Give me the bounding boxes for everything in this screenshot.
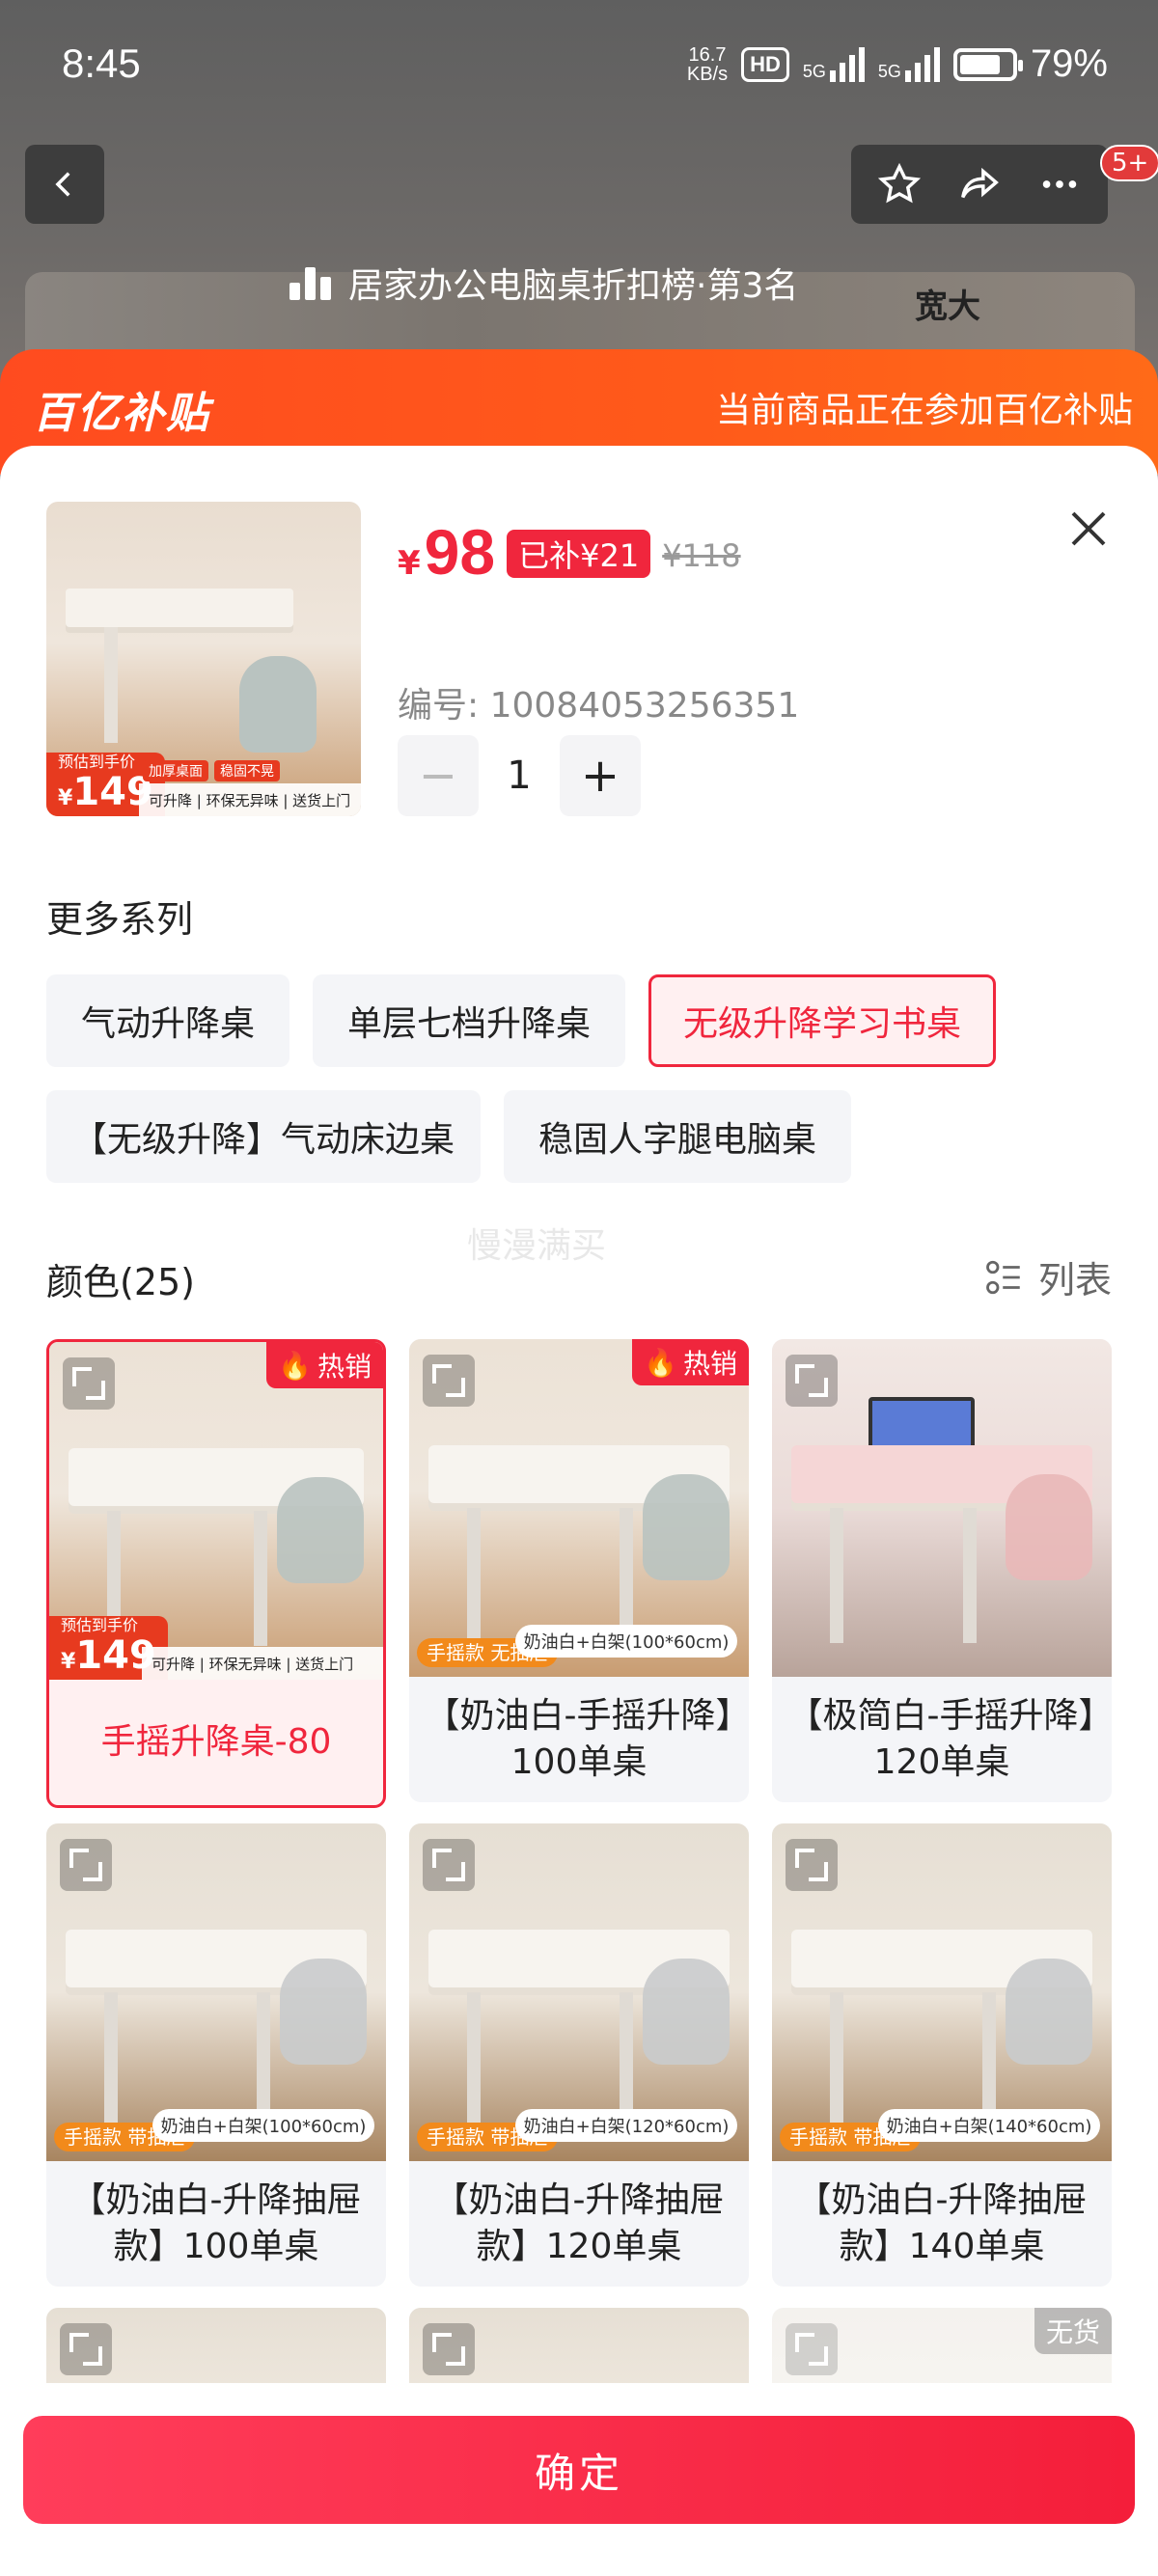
series-chip-1[interactable]: 单层七档升降桌	[313, 974, 625, 1067]
color-option-caption: 【极简白-手摇升降】120单桌	[787, 1696, 1096, 1782]
color-option-0[interactable]: 🔥 热销 预估到手价 ¥149 可升降 | 环保无异味 | 送货上门 手摇升降桌-8…	[46, 1339, 386, 1808]
sku-number: 编号: 10084053256351	[398, 686, 800, 726]
spec-tag: 奶油白+白架(140*60cm)	[878, 2109, 1100, 2142]
color-option-2[interactable]: 【极简白-手摇升降】120单桌	[772, 1339, 1112, 1802]
series-chip-0[interactable]: 气动升降桌	[46, 974, 290, 1067]
quantity-stepper: − 1 +	[398, 735, 641, 816]
color-option-4[interactable]: 手摇款 带抽屉 奶油白+白架(120*60cm) 【奶油白-升降抽屉款】120单…	[409, 1823, 749, 2287]
decrease-button[interactable]: −	[398, 735, 479, 816]
color-option-caption: 【奶油白-升降抽屉款】100单桌	[70, 2180, 362, 2266]
series-title: 更多系列	[46, 898, 194, 941]
quantity-value[interactable]: 1	[479, 754, 560, 798]
out-of-stock-badge: 无货	[1034, 2308, 1112, 2354]
expand-icon[interactable]	[63, 1357, 115, 1410]
subsidy-note: 当前商品正在参加百亿补贴	[715, 391, 1133, 430]
color-option-caption: 【奶油白-手摇升降】100单桌	[425, 1696, 733, 1782]
color-option-3[interactable]: 手摇款 带抽屉 奶油白+白架(100*60cm) 【奶油白-升降抽屉款】100单…	[46, 1823, 386, 2287]
bar-chart-icon	[290, 265, 331, 300]
color-option-image: 手摇款 带抽屉 奶油白+白架(120*60cm)	[409, 1823, 749, 2161]
hot-badge: 🔥 热销	[266, 1342, 383, 1388]
product-thumbnail[interactable]: 预估到手价 ¥149 加厚桌面 稳固不晃 可升降 | 环保无异味 | 送货上门	[46, 502, 361, 816]
spec-tag: 奶油白+白架(120*60cm)	[515, 2109, 737, 2142]
color-title: 颜色(25)	[46, 1261, 196, 1303]
list-view-toggle[interactable]: 列表	[984, 1250, 1112, 1303]
spec-tag: 奶油白+白架(100*60cm)	[515, 1625, 737, 1658]
color-option-image	[772, 1339, 1112, 1677]
original-price: ¥118	[662, 537, 741, 574]
signal-icon-2: 5G	[878, 46, 940, 82]
chevron-left-icon	[55, 172, 70, 197]
status-time: 8:45	[62, 41, 141, 86]
color-option-caption: 手摇升降桌-80	[100, 1722, 332, 1762]
notification-badge: 5+	[1100, 145, 1158, 181]
thumbnail-tags: 加厚桌面 稳固不晃	[143, 760, 280, 781]
currency-symbol: ¥	[398, 544, 421, 583]
color-option-caption: 【奶油白-升降抽屉款】120单桌	[433, 2180, 725, 2266]
ranking-text: 居家办公电脑桌折扣榜·第3名	[348, 266, 799, 306]
series-chip-4[interactable]: 稳固人字腿电脑桌	[504, 1090, 851, 1183]
hot-badge: 🔥 热销	[632, 1339, 749, 1385]
expand-icon[interactable]	[786, 1355, 838, 1407]
expand-icon[interactable]	[786, 2323, 838, 2375]
expand-icon[interactable]	[423, 1839, 475, 1891]
network-speed: 16.7 KB/s	[686, 43, 729, 85]
flame-icon: 🔥	[278, 1349, 312, 1382]
color-option-caption: 【奶油白-升降抽屉款】140单桌	[796, 2180, 1088, 2266]
watermark-text: 慢漫满买	[467, 1226, 607, 1266]
more-icon[interactable]	[1037, 162, 1082, 206]
signal-icon: 5G	[803, 46, 865, 82]
battery-icon	[952, 47, 1023, 81]
increase-button[interactable]: +	[560, 735, 641, 816]
expand-icon[interactable]	[60, 1839, 112, 1891]
confirm-button[interactable]: 确定	[23, 2416, 1135, 2524]
subsidy-tag: 已补¥21	[507, 530, 651, 578]
thumbnail-feature-strip: 可升降 | 环保无异味 | 送货上门	[139, 783, 361, 816]
sku-selector-sheet: 预估到手价 ¥149 加厚桌面 稳固不晃 可升降 | 环保无异味 | 送货上门 …	[0, 446, 1158, 2576]
top-actions	[851, 145, 1108, 224]
hd-icon: HD	[741, 46, 789, 82]
subsidy-logo: 百亿补贴	[33, 389, 210, 438]
current-price: 98	[424, 516, 496, 588]
series-chip-3[interactable]: 【无级升降】气动床边桌	[46, 1090, 481, 1183]
expand-icon[interactable]	[423, 2323, 475, 2375]
color-option-image: 🔥 热销 预估到手价 ¥149 可升降 | 环保无异味 | 送货上门	[49, 1342, 383, 1680]
background-product-text: 宽大	[915, 288, 980, 326]
ranking-banner[interactable]: 居家办公电脑桌折扣榜·第3名	[290, 249, 798, 316]
feature-strip: 可升降 | 环保无异味 | 送货上门	[142, 1647, 383, 1680]
spec-tag: 奶油白+白架(100*60cm)	[152, 2109, 374, 2142]
share-icon[interactable]	[955, 162, 1004, 206]
color-option-image: 🔥 热销 手摇款 无抽屉 奶油白+白架(100*60cm)	[409, 1339, 749, 1677]
expand-icon[interactable]	[786, 1839, 838, 1891]
color-option-image: 手摇款 带抽屉 奶油白+白架(100*60cm)	[46, 1823, 386, 2161]
series-chip-2[interactable]: 无级升降学习书桌	[648, 974, 996, 1067]
price-row: ¥ 98 已补¥21 ¥118	[398, 515, 741, 589]
close-icon[interactable]	[1065, 506, 1112, 552]
status-indicators: 16.7 KB/s HD 5G 5G 79%	[687, 42, 1108, 86]
color-option-image: 手摇款 带抽屉 奶油白+白架(140*60cm)	[772, 1823, 1112, 2161]
flame-icon: 🔥	[644, 1346, 677, 1379]
expand-icon[interactable]	[60, 2323, 112, 2375]
star-icon[interactable]	[877, 162, 922, 206]
status-bar: 8:45 16.7 KB/s HD 5G 5G 79%	[0, 0, 1158, 125]
list-icon	[986, 1260, 1020, 1294]
battery-percent: 79%	[1030, 42, 1108, 85]
expand-icon[interactable]	[423, 1355, 475, 1407]
color-option-5[interactable]: 手摇款 带抽屉 奶油白+白架(140*60cm) 【奶油白-升降抽屉款】140单…	[772, 1823, 1112, 2287]
back-button[interactable]	[25, 145, 104, 224]
color-option-1[interactable]: 🔥 热销 手摇款 无抽屉 奶油白+白架(100*60cm) 【奶油白-手摇升降】1…	[409, 1339, 749, 1802]
